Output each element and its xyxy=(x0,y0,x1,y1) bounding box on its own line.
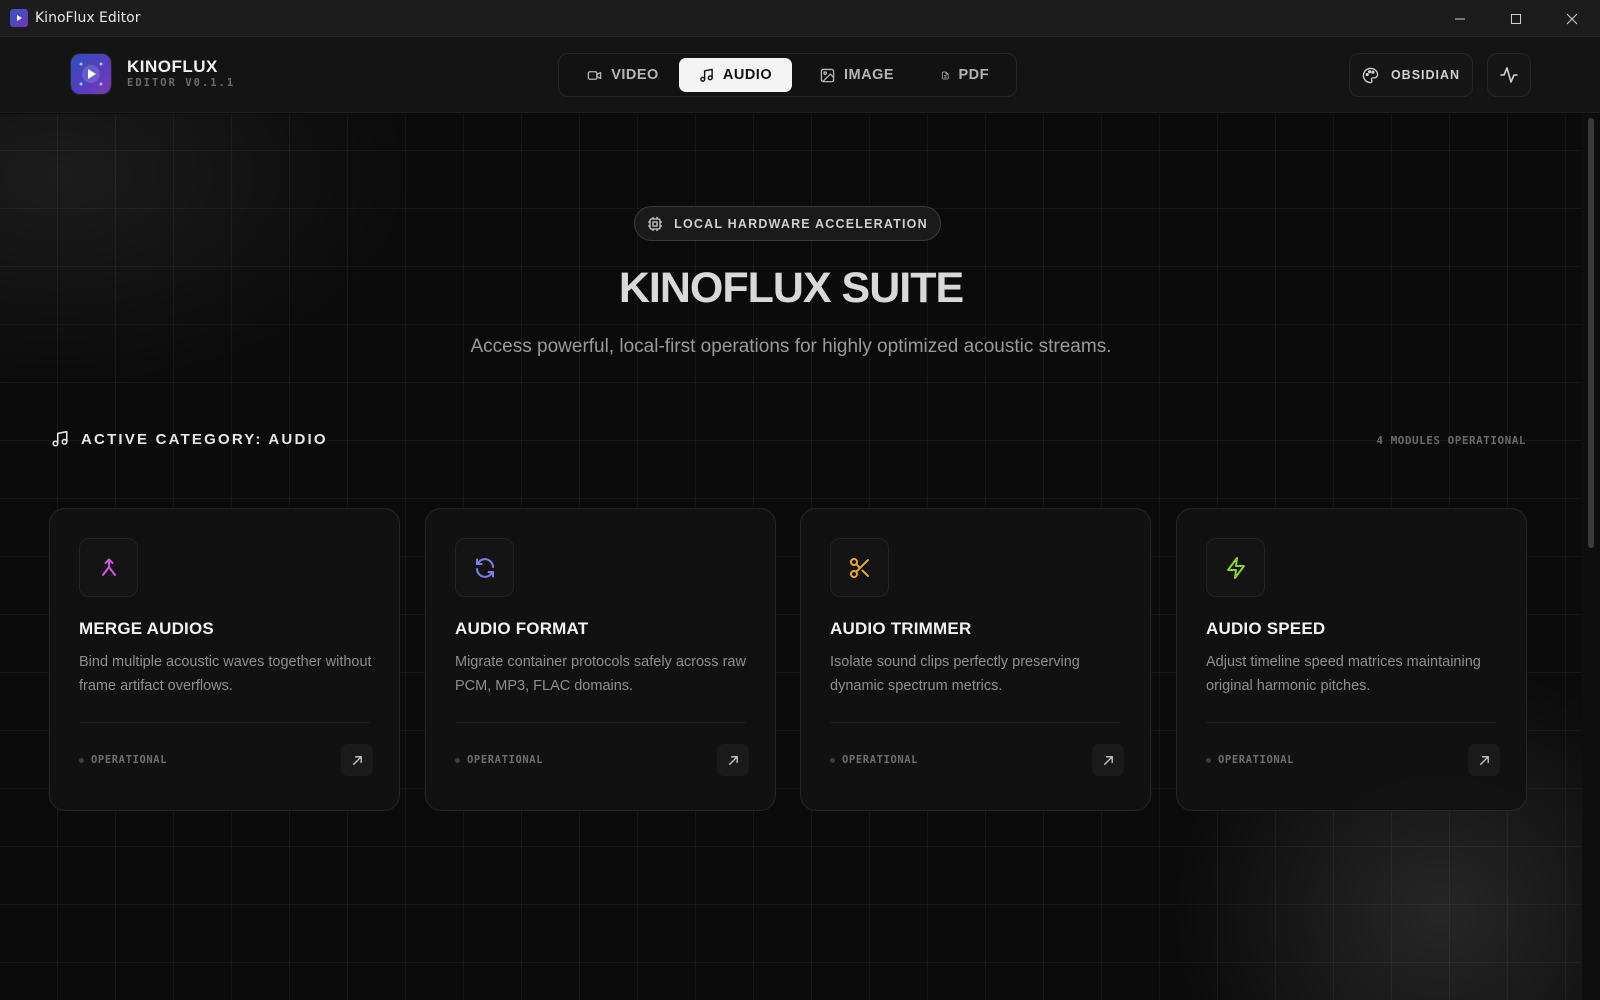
status-dot xyxy=(830,757,835,763)
merge-icon xyxy=(101,558,116,576)
tab-image-label: IMAGE xyxy=(843,67,895,83)
card-status: OPERATIONAL xyxy=(1206,754,1294,766)
module-card-audio-format[interactable]: AUDIO FORMAT Migrate container protocols… xyxy=(425,508,776,811)
open-module-button[interactable] xyxy=(1468,744,1500,776)
brand-logo-icon xyxy=(71,54,111,94)
scissors-icon xyxy=(849,557,869,578)
theme-label: OBSIDIAN xyxy=(1390,68,1461,82)
card-status: OPERATIONAL xyxy=(455,754,543,766)
tab-video-label: VIDEO xyxy=(611,67,659,83)
arrow-up-right-icon xyxy=(728,755,738,765)
tab-image[interactable]: IMAGE xyxy=(798,58,916,92)
arrow-up-right-icon xyxy=(352,755,362,765)
card-description: Bind multiple acoustic waves together wi… xyxy=(79,654,372,694)
minimize-button[interactable] xyxy=(1432,0,1488,37)
scrollbar[interactable] xyxy=(1582,114,1600,1000)
card-divider xyxy=(830,722,1121,723)
card-title: AUDIO FORMAT xyxy=(455,619,589,638)
music-note-icon xyxy=(700,68,713,82)
category-header: ACTIVE CATEGORY: AUDIO 4 MODULES OPERATI… xyxy=(51,430,1526,454)
activity-button[interactable] xyxy=(1487,53,1531,97)
hero-badge-label: LOCAL HARDWARE ACCELERATION xyxy=(674,216,928,231)
tab-pdf[interactable]: PDF xyxy=(922,58,1008,92)
maximize-icon xyxy=(1511,13,1521,24)
tab-audio-label: AUDIO xyxy=(722,67,773,83)
card-status-label: OPERATIONAL xyxy=(467,754,544,766)
card-description: Isolate sound clips perfectly preserving… xyxy=(830,654,1080,694)
refresh-icon xyxy=(475,557,494,578)
image-icon xyxy=(820,68,835,82)
scrollbar-thumb[interactable] xyxy=(1588,118,1594,548)
hero-title: KINOFLUX SUITE xyxy=(618,264,964,312)
tab-pdf-label: PDF xyxy=(958,67,989,83)
card-icon-box xyxy=(455,538,514,597)
cpu-icon xyxy=(648,216,663,231)
card-icon-box xyxy=(830,538,889,597)
app-header: KINOFLUX EDITOR V0.1.1 VIDEO AUDIO IMAGE… xyxy=(0,37,1600,113)
module-card-merge-audios[interactable]: MERGE AUDIOS Bind multiple acoustic wave… xyxy=(49,508,400,811)
hero-subtitle: Access powerful, local-first operations … xyxy=(470,336,1112,357)
palette-icon xyxy=(1362,67,1379,83)
card-status: OPERATIONAL xyxy=(79,754,167,766)
window-title: KinoFlux Editor xyxy=(35,10,141,26)
app-logo-icon xyxy=(10,9,28,27)
module-card-audio-speed[interactable]: AUDIO SPEED Adjust timeline speed matric… xyxy=(1176,508,1527,811)
tab-audio[interactable]: AUDIO xyxy=(679,58,792,92)
card-title: MERGE AUDIOS xyxy=(79,619,214,638)
card-icon-box xyxy=(1206,538,1265,597)
brand-version: EDITOR V0.1.1 xyxy=(127,77,236,89)
close-button[interactable] xyxy=(1544,0,1600,37)
music-note-icon xyxy=(52,430,68,447)
card-title: AUDIO TRIMMER xyxy=(830,619,972,638)
card-status: OPERATIONAL xyxy=(830,754,918,766)
card-divider xyxy=(79,722,370,723)
card-description: Migrate container protocols safely acros… xyxy=(455,654,746,694)
minimize-icon xyxy=(1455,18,1465,19)
status-dot xyxy=(455,757,460,763)
open-module-button[interactable] xyxy=(1092,744,1124,776)
main-content: LOCAL HARDWARE ACCELERATION KINOFLUX SUI… xyxy=(0,114,1582,1000)
category-label: ACTIVE CATEGORY: AUDIO xyxy=(51,430,328,448)
video-icon xyxy=(587,70,602,80)
card-status-label: OPERATIONAL xyxy=(842,754,919,766)
theme-button[interactable]: OBSIDIAN xyxy=(1349,53,1473,97)
category-tabs: VIDEO AUDIO IMAGE PDF xyxy=(558,53,1017,97)
arrow-up-right-icon xyxy=(1103,755,1113,765)
card-divider xyxy=(455,722,746,723)
brand-name: KINOFLUX xyxy=(127,57,218,76)
card-description: Adjust timeline speed matrices maintaini… xyxy=(1206,654,1481,694)
card-title: AUDIO SPEED xyxy=(1206,619,1326,638)
card-divider xyxy=(1206,722,1497,723)
modules-count: 4 MODULES OPERATIONAL xyxy=(1376,434,1526,447)
hero-badge: LOCAL HARDWARE ACCELERATION xyxy=(634,206,941,241)
arrow-up-right-icon xyxy=(1479,755,1489,765)
module-card-audio-trimmer[interactable]: AUDIO TRIMMER Isolate sound clips perfec… xyxy=(800,508,1151,811)
status-dot xyxy=(1206,757,1211,763)
open-module-button[interactable] xyxy=(341,744,373,776)
category-label-text: ACTIVE CATEGORY: AUDIO xyxy=(81,430,328,448)
maximize-button[interactable] xyxy=(1488,0,1544,37)
close-icon xyxy=(1566,13,1578,24)
tab-video[interactable]: VIDEO xyxy=(567,58,679,92)
file-text-icon xyxy=(941,71,949,79)
open-module-button[interactable] xyxy=(717,744,749,776)
card-status-label: OPERATIONAL xyxy=(1218,754,1295,766)
brand[interactable]: KINOFLUX EDITOR V0.1.1 xyxy=(71,54,235,94)
card-icon-box xyxy=(79,538,138,597)
activity-icon xyxy=(1500,67,1518,83)
card-status-label: OPERATIONAL xyxy=(91,754,168,766)
status-dot xyxy=(79,757,84,763)
zap-icon xyxy=(1226,556,1245,579)
window-title-bar: KinoFlux Editor xyxy=(0,0,1600,37)
